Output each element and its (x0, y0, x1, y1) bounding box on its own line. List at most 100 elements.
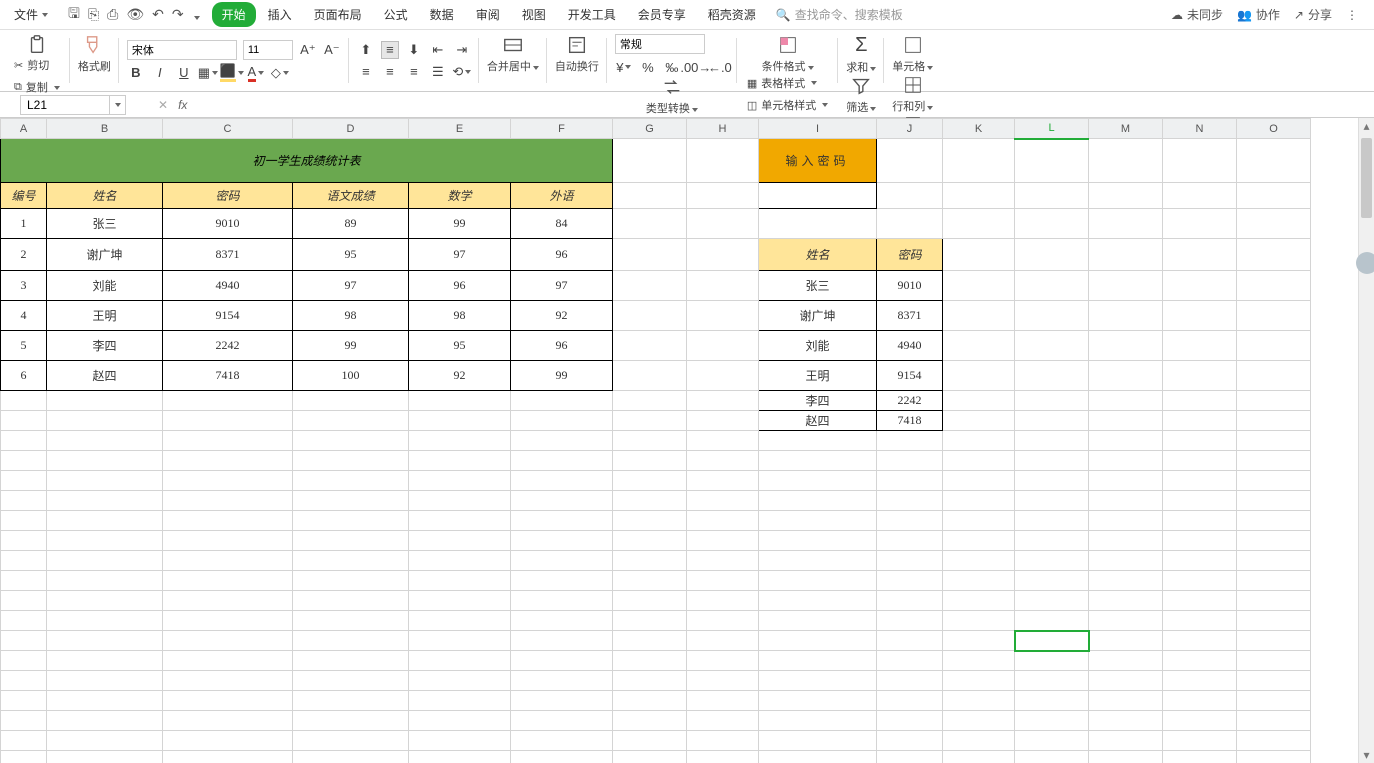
tab-resources[interactable]: 稻壳资源 (698, 2, 766, 27)
hdr-chn[interactable]: 语文成绩 (293, 183, 409, 209)
orientation-button[interactable]: ⟲ (453, 63, 471, 81)
save-icon[interactable]: 🖫 (68, 3, 80, 27)
italic-button[interactable]: I (151, 64, 169, 82)
filter-button[interactable]: 筛选 (846, 75, 876, 115)
print-icon[interactable]: ⎙ (107, 6, 118, 23)
decrease-decimal-button[interactable]: ←.0 (711, 58, 729, 76)
col-C[interactable]: C (163, 119, 293, 139)
format-painter-button[interactable]: 格式刷 (78, 34, 111, 74)
side-cell[interactable]: 李四 (759, 391, 877, 411)
col-I[interactable]: I (759, 119, 877, 139)
cell[interactable]: 96 (511, 331, 613, 361)
cell[interactable]: 99 (511, 361, 613, 391)
hdr-name[interactable]: 姓名 (47, 183, 163, 209)
currency-button[interactable]: ¥ (615, 58, 633, 76)
col-M[interactable]: M (1089, 119, 1163, 139)
col-H[interactable]: H (687, 119, 759, 139)
qat-more-icon[interactable] (192, 7, 200, 23)
cell[interactable]: 98 (409, 301, 511, 331)
scroll-down-icon[interactable]: ▾ (1359, 747, 1374, 763)
side-hdr-pwd[interactable]: 密码 (877, 239, 943, 271)
tab-data[interactable]: 数据 (420, 2, 464, 27)
side-cell[interactable]: 8371 (877, 301, 943, 331)
tab-start[interactable]: 开始 (212, 2, 256, 27)
cell[interactable]: 3 (1, 271, 47, 301)
preview-icon[interactable]: 👁 (126, 6, 144, 23)
hdr-eng[interactable]: 外语 (511, 183, 613, 209)
hdr-id[interactable]: 编号 (1, 183, 47, 209)
cell[interactable]: 95 (293, 239, 409, 271)
export-icon[interactable]: ⎘ (88, 6, 99, 23)
unsync-button[interactable]: ☁ 未同步 (1171, 6, 1223, 23)
cancel-icon[interactable]: ✕ (158, 98, 168, 112)
thousands-button[interactable]: ‰ (663, 58, 681, 76)
input-password-label[interactable]: 输入密码 (759, 139, 877, 183)
distribute-button[interactable]: ☰ (429, 63, 447, 81)
col-E[interactable]: E (409, 119, 511, 139)
cell[interactable]: 1 (1, 209, 47, 239)
side-cell[interactable]: 9010 (877, 271, 943, 301)
cell[interactable]: 张三 (47, 209, 163, 239)
merge-center-button[interactable]: 合并居中 (487, 34, 539, 74)
col-J[interactable]: J (877, 119, 943, 139)
side-cell[interactable]: 7418 (877, 411, 943, 431)
font-color-button[interactable]: A (247, 64, 265, 82)
col-D[interactable]: D (293, 119, 409, 139)
decrease-indent-button[interactable]: ⇤ (429, 41, 447, 59)
increase-font-button[interactable]: A⁺ (299, 41, 317, 59)
side-hdr-name[interactable]: 姓名 (759, 239, 877, 271)
fill-color-button[interactable]: ⬛ (223, 64, 241, 82)
cell[interactable]: 赵四 (47, 361, 163, 391)
tab-page-layout[interactable]: 页面布局 (304, 2, 372, 27)
hdr-math[interactable]: 数学 (409, 183, 511, 209)
col-G[interactable]: G (613, 119, 687, 139)
align-middle-button[interactable]: ≡ (381, 41, 399, 59)
col-O[interactable]: O (1237, 119, 1311, 139)
command-search[interactable]: 🔍 查找命令、搜索模板 (768, 6, 911, 23)
active-cell-L21[interactable] (1015, 631, 1089, 651)
cell[interactable]: 刘能 (47, 271, 163, 301)
copy-button[interactable]: ⧉ 复制 (12, 78, 62, 96)
side-cell[interactable]: 刘能 (759, 331, 877, 361)
cell[interactable]: 李四 (47, 331, 163, 361)
cell[interactable]: 92 (511, 301, 613, 331)
number-format-select[interactable] (615, 34, 705, 54)
decrease-font-button[interactable]: A⁻ (323, 41, 341, 59)
font-size-select[interactable] (243, 40, 293, 60)
col-N[interactable]: N (1163, 119, 1237, 139)
align-left-button[interactable]: ≡ (357, 63, 375, 81)
align-right-button[interactable]: ≡ (405, 63, 423, 81)
tab-review[interactable]: 审阅 (466, 2, 510, 27)
cell[interactable]: 99 (409, 209, 511, 239)
cell[interactable]: 97 (409, 239, 511, 271)
more-icon[interactable]: ⋮ (1346, 8, 1358, 22)
increase-decimal-button[interactable]: .00→ (687, 58, 705, 76)
spreadsheet[interactable]: A B C D E F G H I J K L M N O 初一学生成绩统计表 … (0, 118, 1374, 763)
tab-dev-tools[interactable]: 开发工具 (558, 2, 626, 27)
col-L[interactable]: L (1015, 119, 1089, 139)
hdr-pwd[interactable]: 密码 (163, 183, 293, 209)
cell[interactable]: 9154 (163, 301, 293, 331)
cell[interactable]: 6 (1, 361, 47, 391)
cell[interactable]: 9010 (163, 209, 293, 239)
file-menu[interactable]: 文件 (6, 0, 56, 29)
cell[interactable]: 4940 (163, 271, 293, 301)
wrap-text-button[interactable]: 自动换行 (555, 34, 599, 74)
side-cell[interactable]: 王明 (759, 361, 877, 391)
col-F[interactable]: F (511, 119, 613, 139)
scroll-up-icon[interactable]: ▴ (1359, 118, 1374, 134)
share-button[interactable]: ↗ 分享 (1294, 6, 1332, 23)
vertical-scrollbar[interactable]: ▴ ▾ (1358, 118, 1374, 763)
type-convert-button[interactable]: 类型转换 (646, 76, 698, 116)
align-center-button[interactable]: ≡ (381, 63, 399, 81)
cell[interactable]: 96 (409, 271, 511, 301)
border-button[interactable]: ▦ (199, 64, 217, 82)
side-cell[interactable]: 谢广坤 (759, 301, 877, 331)
collab-button[interactable]: 👥 协作 (1237, 6, 1280, 23)
align-bottom-button[interactable]: ⬇ (405, 41, 423, 59)
increase-indent-button[interactable]: ⇥ (453, 41, 471, 59)
name-box[interactable] (20, 95, 110, 115)
fx-button[interactable]: fx (178, 98, 187, 112)
cell[interactable]: 84 (511, 209, 613, 239)
font-name-select[interactable] (127, 40, 237, 60)
